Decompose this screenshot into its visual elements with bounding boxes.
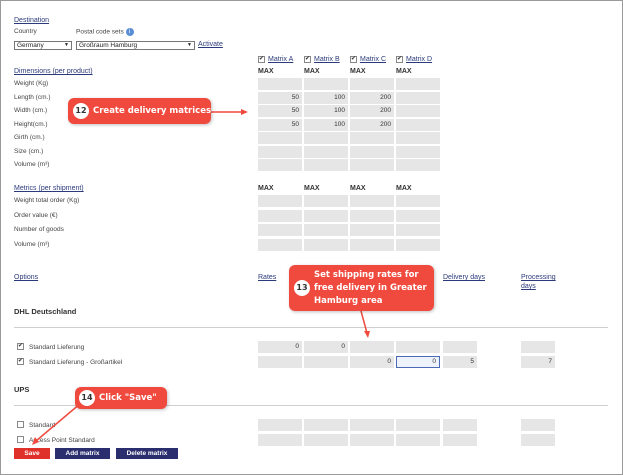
callout-text: Click "Save" (99, 393, 157, 403)
callout-text-line-3: Hamburg area (314, 296, 383, 306)
callout-text: Create delivery matrices (93, 106, 212, 116)
callout-text-line-1: Set shipping rates for (314, 270, 419, 280)
callout-number: 13 (294, 280, 310, 296)
callout-number: 14 (79, 390, 95, 406)
screenshot-frame: Destination Country Postal code sets i Ge… (0, 0, 623, 475)
callout-number: 12 (73, 103, 89, 119)
arrow-14 (32, 402, 82, 445)
callout-14: 14 Click "Save" (75, 387, 167, 409)
callout-text-line-2: free delivery in Greater (314, 283, 427, 293)
callout-12: 12 Create delivery matrices (68, 98, 211, 124)
callout-13: 13 Set shipping rates for free delivery … (289, 265, 434, 311)
arrow-12 (211, 109, 248, 115)
arrow-13 (360, 310, 370, 338)
